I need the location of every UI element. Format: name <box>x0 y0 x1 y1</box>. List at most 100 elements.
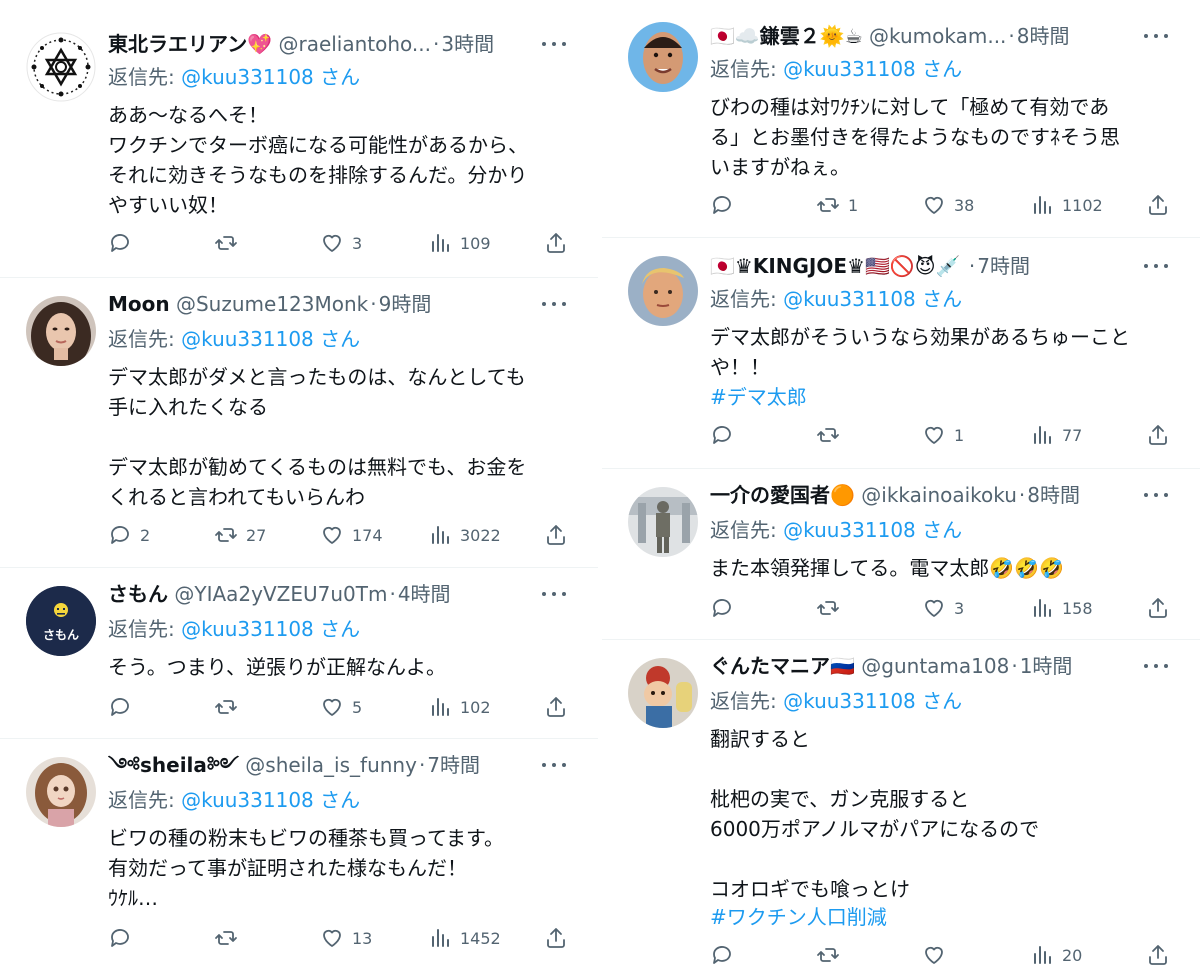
display-name[interactable]: ༺sheila༻ <box>108 753 239 777</box>
views-button[interactable]: 20 <box>1030 940 1082 970</box>
hashtag-link[interactable]: #デマ太郎 <box>710 382 807 412</box>
reply-to-link[interactable]: @kuu331108 さん <box>181 327 360 351</box>
timestamp[interactable]: 8時間 <box>1017 24 1070 48</box>
more-icon[interactable] <box>542 755 568 775</box>
more-icon[interactable] <box>1144 485 1170 505</box>
display-name[interactable]: 🇯🇵☁️鎌雲２🌞☕ <box>710 24 863 48</box>
reply-to-link[interactable]: @kuu331108 さん <box>181 788 360 812</box>
like-button[interactable]: 5 <box>320 692 362 722</box>
reply-to-link[interactable]: @kuu331108 さん <box>181 617 360 641</box>
retweet-button[interactable]: 1 <box>816 190 858 220</box>
reply-to-link[interactable]: @kuu331108 さん <box>783 287 962 311</box>
reply-button[interactable] <box>710 420 742 450</box>
like-button[interactable]: 3 <box>922 593 964 623</box>
reply-to-link[interactable]: @kuu331108 さん <box>783 689 962 713</box>
retweet-button[interactable] <box>214 692 246 722</box>
timestamp[interactable]: 7時間 <box>977 254 1030 278</box>
views-button[interactable]: 1102 <box>1030 190 1103 220</box>
like-button[interactable]: 3 <box>320 228 362 258</box>
views-button[interactable]: 3022 <box>428 520 501 550</box>
more-icon[interactable] <box>542 34 568 54</box>
timestamp[interactable]: 4時間 <box>398 582 451 606</box>
user-handle[interactable]: @kumokam... <box>869 24 1006 48</box>
more-icon[interactable] <box>1144 256 1170 276</box>
user-handle[interactable]: @YIAa2yVZEU7u0Tm <box>174 582 387 606</box>
user-handle[interactable]: @ikkainoaikoku <box>861 483 1017 507</box>
tweet[interactable]: さもん さもん @YIAa2yVZEU7u0Tm · 4時間 返信先: @kuu33… <box>0 568 598 738</box>
reply-to-link[interactable]: @kuu331108 さん <box>783 57 962 81</box>
reply-button[interactable]: 2 <box>108 520 150 550</box>
retweet-button[interactable]: 27 <box>214 520 266 550</box>
like-button[interactable]: 1 <box>922 420 964 450</box>
user-handle[interactable]: @raeliantoho... <box>278 32 431 56</box>
reply-to-link[interactable]: @kuu331108 さん <box>181 65 360 89</box>
reply-button[interactable] <box>710 190 742 220</box>
more-icon[interactable] <box>542 294 568 314</box>
reply-button[interactable] <box>108 228 140 258</box>
reply-button[interactable] <box>108 923 140 953</box>
avatar[interactable] <box>628 256 698 326</box>
user-handle[interactable]: @guntama108 <box>861 654 1009 678</box>
doll-photo-icon <box>26 757 96 827</box>
display-name[interactable]: 東北ラエリアン💖 <box>108 32 272 56</box>
timestamp[interactable]: 9時間 <box>379 292 432 316</box>
like-icon <box>323 929 341 947</box>
retweet-button[interactable] <box>214 228 246 258</box>
views-button[interactable]: 102 <box>428 692 491 722</box>
like-button[interactable]: 38 <box>922 190 974 220</box>
retweet-button[interactable] <box>816 593 848 623</box>
views-button[interactable]: 77 <box>1030 420 1082 450</box>
avatar[interactable] <box>628 487 698 557</box>
retweet-button[interactable] <box>816 420 848 450</box>
timestamp[interactable]: 7時間 <box>427 753 480 777</box>
hashtag-link[interactable]: #ワクチン人口削減 <box>710 902 887 932</box>
share-button[interactable] <box>1146 593 1170 623</box>
display-name[interactable]: さもん <box>108 582 168 606</box>
share-button[interactable] <box>544 923 568 953</box>
share-button[interactable] <box>544 228 568 258</box>
timestamp[interactable]: 8時間 <box>1027 483 1080 507</box>
avatar[interactable]: さもん <box>26 586 96 656</box>
display-name[interactable]: Moon <box>108 292 170 316</box>
avatar[interactable] <box>26 757 96 827</box>
avatar[interactable] <box>26 296 96 366</box>
display-name[interactable]: 🇯🇵♛KINGJOE♛🇺🇸🚫😈💉 <box>710 254 961 278</box>
reply-to-link[interactable]: @kuu331108 さん <box>783 518 962 542</box>
avatar[interactable] <box>26 32 96 102</box>
tweet[interactable]: Moon @Suzume123Monk · 9時間 返信先: @kuu331108 … <box>0 278 598 568</box>
avatar[interactable] <box>628 658 698 728</box>
user-handle[interactable]: @sheila_is_funny <box>245 753 417 777</box>
timestamp[interactable]: 3時間 <box>441 32 494 56</box>
more-icon[interactable] <box>1144 656 1170 676</box>
share-button[interactable] <box>544 520 568 550</box>
more-icon[interactable] <box>542 584 568 604</box>
share-button[interactable] <box>544 692 568 722</box>
tweet[interactable]: 🇯🇵♛KINGJOE♛🇺🇸🚫😈💉 · 7時間 返信先: @kuu331108 さん… <box>602 238 1200 468</box>
user-handle[interactable]: @Suzume123Monk <box>176 292 368 316</box>
views-button[interactable]: 158 <box>1030 593 1093 623</box>
reply-button[interactable] <box>710 940 742 970</box>
like-button[interactable]: 174 <box>320 520 383 550</box>
views-icon <box>1034 196 1051 214</box>
avatar[interactable] <box>628 22 698 92</box>
display-name[interactable]: ぐんたマニア🇷🇺 <box>710 654 855 678</box>
retweet-button[interactable] <box>816 940 848 970</box>
like-button[interactable] <box>922 940 954 970</box>
tweet[interactable]: ぐんたマニア🇷🇺 @guntama108 · 1時間 返信先: @kuu331108… <box>602 640 1200 977</box>
tweet[interactable]: 🇯🇵☁️鎌雲２🌞☕ @kumokam... · 8時間 返信先: @kuu33110… <box>602 0 1200 236</box>
like-button[interactable]: 13 <box>320 923 372 953</box>
reply-button[interactable] <box>710 593 742 623</box>
tweet[interactable]: ༺sheila༻ @sheila_is_funny · 7時間 返信先: @kuu3… <box>0 739 598 977</box>
share-button[interactable] <box>1146 420 1170 450</box>
views-button[interactable]: 1452 <box>428 923 501 953</box>
views-button[interactable]: 109 <box>428 228 491 258</box>
timestamp[interactable]: 1時間 <box>1020 654 1073 678</box>
reply-button[interactable] <box>108 692 140 722</box>
display-name[interactable]: 一介の愛国者🟠 <box>710 483 855 507</box>
share-button[interactable] <box>1146 940 1170 970</box>
tweet[interactable]: 一介の愛国者🟠 @ikkainoaikoku · 8時間 返信先: @kuu3311… <box>602 469 1200 639</box>
share-button[interactable] <box>1146 190 1170 220</box>
tweet[interactable]: 東北ラエリアン💖 @raeliantoho... · 3時間 返信先: @kuu33… <box>0 0 598 276</box>
more-icon[interactable] <box>1144 26 1170 46</box>
retweet-button[interactable] <box>214 923 246 953</box>
